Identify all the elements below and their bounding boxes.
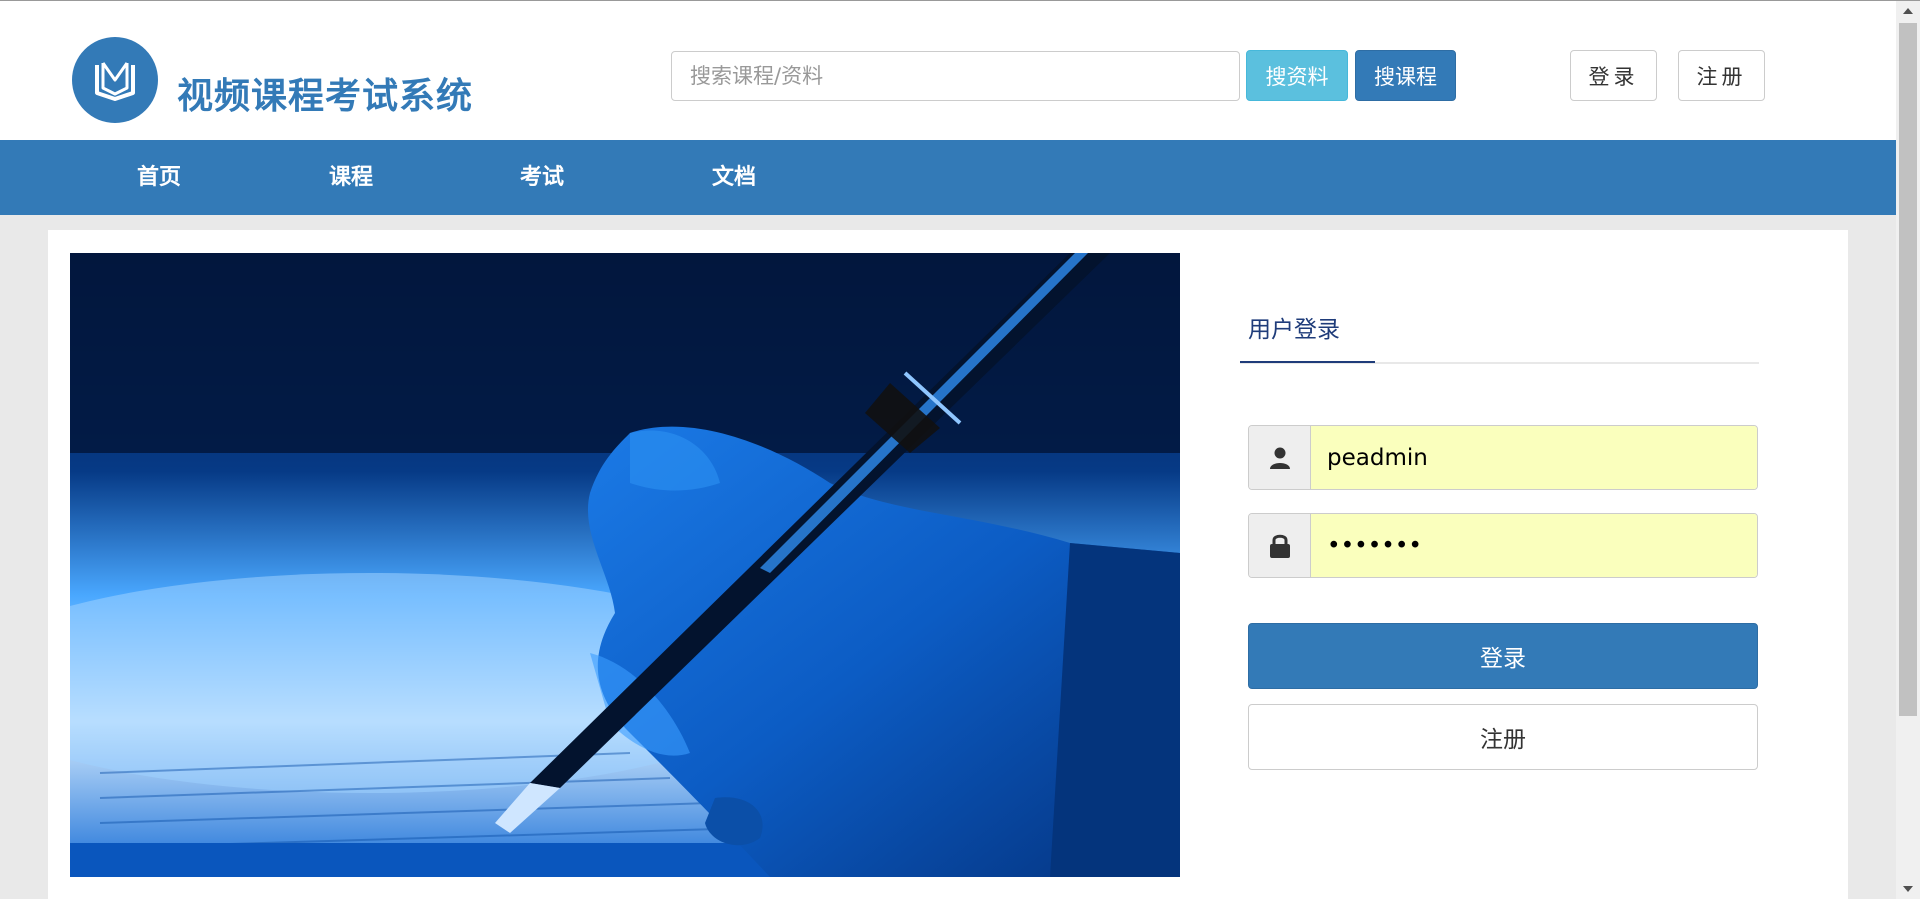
tab-active-indicator — [1240, 361, 1375, 363]
scroll-up-arrow-icon[interactable] — [1896, 1, 1920, 21]
user-icon — [1249, 426, 1311, 489]
username-field[interactable] — [1311, 426, 1757, 489]
main-nav: 首页 课程 考试 文档 — [0, 140, 1896, 215]
header-register-button[interactable]: 注册 — [1678, 50, 1765, 101]
nav-item-documents[interactable]: 文档 — [674, 140, 794, 215]
book-icon — [95, 62, 135, 101]
vertical-scrollbar[interactable] — [1896, 1, 1920, 899]
hero-image — [70, 253, 1180, 877]
logo[interactable] — [72, 37, 158, 123]
register-button[interactable]: 注册 — [1248, 704, 1758, 770]
search-courses-button[interactable]: 搜课程 — [1355, 50, 1456, 101]
scroll-down-arrow-icon[interactable] — [1896, 879, 1920, 899]
username-group — [1248, 425, 1758, 490]
search-input[interactable] — [671, 51, 1240, 101]
nav-item-home[interactable]: 首页 — [99, 140, 219, 215]
nav-item-exams[interactable]: 考试 — [482, 140, 602, 215]
login-title[interactable]: 用户登录 — [1248, 310, 1340, 344]
login-submit-button[interactable]: 登录 — [1248, 623, 1758, 689]
password-group — [1248, 513, 1758, 578]
scrollbar-thumb[interactable] — [1899, 23, 1917, 716]
header-login-button[interactable]: 登录 — [1570, 50, 1657, 101]
password-field[interactable] — [1311, 514, 1757, 577]
lock-icon — [1249, 514, 1311, 577]
search-materials-button[interactable]: 搜资料 — [1246, 50, 1348, 101]
nav-item-courses[interactable]: 课程 — [291, 140, 411, 215]
site-title: 视频课程考试系统 — [177, 76, 474, 117]
top-header: 视频课程考试系统 搜资料 搜课程 登录 注册 — [0, 1, 1896, 140]
